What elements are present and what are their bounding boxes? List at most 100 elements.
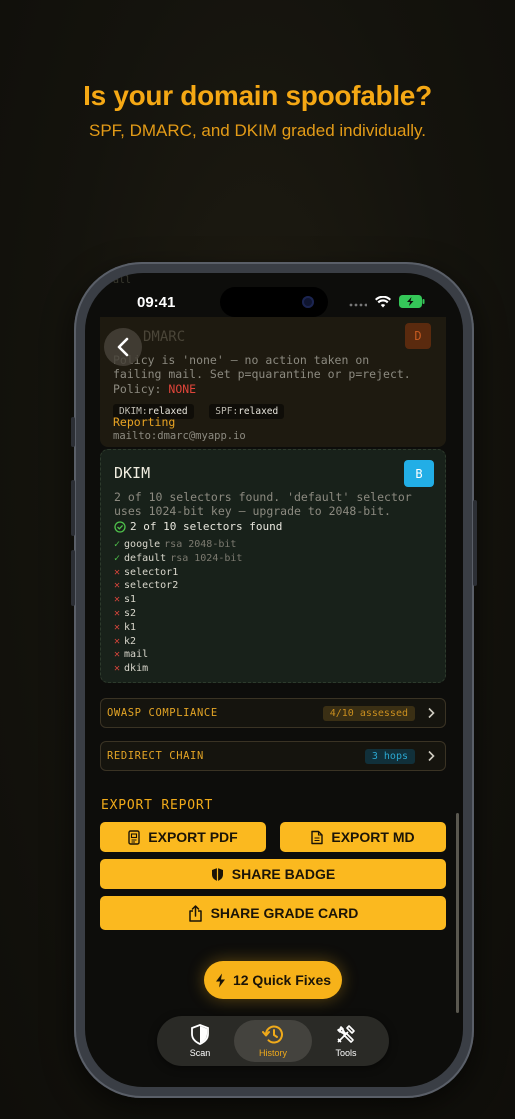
share-icon xyxy=(188,904,202,922)
selector-meta: rsa 2048-bit xyxy=(164,539,237,550)
share-badge-label: SHARE BADGE xyxy=(231,866,336,882)
shield-icon xyxy=(211,867,223,881)
volume-up-button xyxy=(71,480,75,536)
list-item: ✓ google rsa 2048-bit xyxy=(114,538,242,552)
scrollbar[interactable] xyxy=(456,813,459,1013)
cross-icon: ✕ xyxy=(114,580,121,592)
tab-history-label: History xyxy=(258,1048,287,1058)
dmarc-title: DMARC xyxy=(143,329,186,345)
export-pdf-button[interactable]: EXPORT PDF xyxy=(100,822,266,852)
selector-name: s1 xyxy=(124,594,137,606)
list-item: ✓ default rsa 1024-bit xyxy=(114,552,242,566)
cross-icon: ✕ xyxy=(114,566,121,578)
dkim-grade-badge: B xyxy=(404,460,434,487)
export-report-title: EXPORT REPORT xyxy=(101,798,214,813)
owasp-badge: 4/10 assessed xyxy=(322,705,415,721)
selector-name: dkim xyxy=(124,663,149,675)
dynamic-island xyxy=(220,287,328,317)
selector-name: k1 xyxy=(124,621,137,633)
list-item: ✕ k1 xyxy=(114,621,242,635)
selector-name: k2 xyxy=(124,635,137,647)
app-screen: all DMARC D Policy is 'none' — no action… xyxy=(85,273,463,1087)
export-pdf-label: EXPORT PDF xyxy=(148,829,238,845)
list-item: ✕ s1 xyxy=(114,593,242,607)
list-item: ✕ dkim xyxy=(114,662,242,676)
headline: Is your domain spoofable? xyxy=(83,80,432,111)
selector-name: default xyxy=(124,552,167,564)
dkim-description: 2 of 10 selectors found. 'default' selec… xyxy=(114,490,412,518)
selector-list: ✓ google rsa 2048-bit ✓ default rsa 1024-bit… xyxy=(114,538,242,676)
tab-bar: Scan History Tools xyxy=(157,1016,389,1066)
camera-icon xyxy=(302,296,314,308)
quick-fixes-label: 12 Quick Fixes xyxy=(232,972,332,988)
cross-icon: ✕ xyxy=(114,649,121,661)
owasp-compliance-row[interactable]: OWASP COMPLIANCE 4/10 assessed xyxy=(100,698,446,728)
pill-value: relaxed xyxy=(238,406,279,417)
shield-icon xyxy=(191,1024,209,1045)
selector-name: s2 xyxy=(124,607,137,619)
export-md-button[interactable]: EXPORT MD xyxy=(280,822,446,852)
dkim-summary-text: 2 of 10 selectors found xyxy=(130,520,283,533)
signal-dots-icon xyxy=(349,295,368,313)
check-circle-icon xyxy=(114,520,126,533)
tab-scan-label: Scan xyxy=(189,1048,211,1058)
share-grade-card-button[interactable]: SHARE GRADE CARD xyxy=(100,896,446,930)
reporting-label: Reporting xyxy=(113,415,176,429)
cross-icon: ✕ xyxy=(114,621,121,633)
status-time: 09:41 xyxy=(137,294,176,311)
cross-icon: ✕ xyxy=(114,635,121,647)
check-icon: ✓ xyxy=(114,552,121,564)
wifi-icon xyxy=(375,295,391,313)
share-badge-button[interactable]: SHARE BADGE xyxy=(100,859,446,889)
redirect-badge: 3 hops xyxy=(364,748,415,764)
redirect-label: REDIRECT CHAIN xyxy=(107,750,204,762)
chevron-right-icon xyxy=(428,750,435,762)
tab-scan[interactable]: Scan xyxy=(165,1020,235,1062)
pill-name: SPF: xyxy=(215,406,239,417)
back-button[interactable] xyxy=(104,328,142,366)
selector-name: google xyxy=(124,539,161,550)
export-md-label: EXPORT MD xyxy=(331,829,415,845)
cross-icon: ✕ xyxy=(114,607,121,619)
document-icon xyxy=(311,830,324,844)
chevron-right-icon xyxy=(428,707,435,719)
list-item: ✕ k2 xyxy=(114,635,242,649)
check-icon: ✓ xyxy=(114,539,121,550)
history-icon xyxy=(262,1025,283,1044)
tab-tools[interactable]: Tools xyxy=(311,1020,381,1062)
pdf-file-icon xyxy=(128,829,140,845)
list-item: ✕ s2 xyxy=(114,607,242,621)
selector-name: selector2 xyxy=(124,580,179,592)
dkim-card: DKIM B 2 of 10 selectors found. 'default… xyxy=(100,449,446,683)
redirect-chain-row[interactable]: REDIRECT CHAIN 3 hops xyxy=(100,741,446,771)
dmarc-card: DMARC D Policy is 'none' — no action tak… xyxy=(100,317,446,447)
chevron-left-icon xyxy=(117,337,129,357)
status-icons xyxy=(349,295,425,313)
dmarc-description: Policy is 'none' — no action taken on fa… xyxy=(113,353,411,381)
cross-icon: ✕ xyxy=(114,663,121,675)
spf-alignment-pill: SPF:relaxed xyxy=(209,404,285,419)
subheadline: SPF, DMARC, and DKIM graded individually… xyxy=(89,121,426,140)
owasp-label: OWASP COMPLIANCE xyxy=(107,707,218,719)
list-item: ✕ selector2 xyxy=(114,579,242,593)
mute-switch xyxy=(71,417,75,447)
ghost-top-text: all xyxy=(113,275,132,286)
power-button xyxy=(473,500,477,586)
policy-label: Policy: xyxy=(113,382,162,396)
selector-name: selector1 xyxy=(124,566,179,578)
tab-history[interactable]: History xyxy=(234,1020,312,1062)
dmarc-grade-badge: D xyxy=(405,323,431,349)
dkim-title: DKIM xyxy=(114,464,151,482)
share-grade-card-label: SHARE GRADE CARD xyxy=(210,905,359,921)
lightning-bolt-icon xyxy=(215,973,225,987)
tab-tools-label: Tools xyxy=(335,1048,357,1058)
list-item: ✕ selector1 xyxy=(114,566,242,580)
dkim-summary: 2 of 10 selectors found xyxy=(114,520,282,533)
selector-name: mail xyxy=(124,649,149,661)
tools-icon xyxy=(337,1025,355,1043)
dmarc-policy: Policy: NONE xyxy=(113,382,196,396)
policy-value: NONE xyxy=(168,382,197,396)
quick-fixes-button[interactable]: 12 Quick Fixes xyxy=(204,961,342,999)
cross-icon: ✕ xyxy=(114,594,121,606)
battery-charging-icon xyxy=(399,295,425,313)
